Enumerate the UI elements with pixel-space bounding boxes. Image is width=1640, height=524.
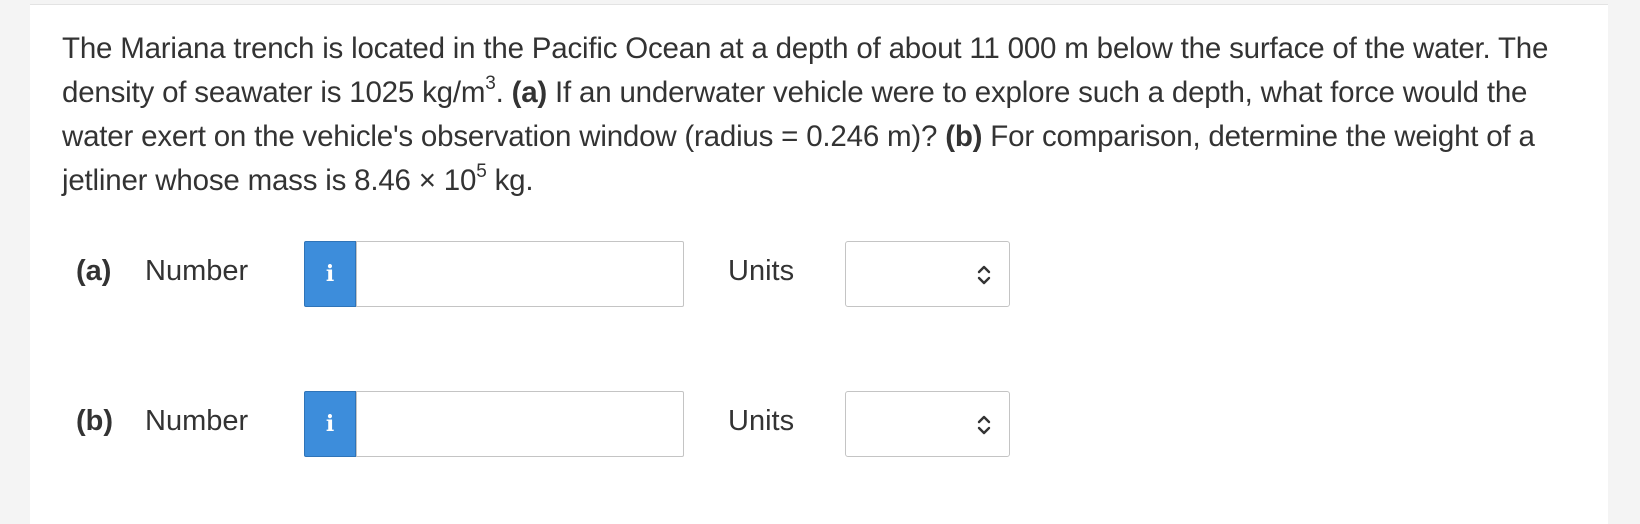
superscript-3: 3 [485, 73, 496, 94]
chevron-up-down-icon [977, 415, 991, 435]
answer-row-b: (b) Number i Units [30, 391, 1608, 457]
question-card: The Mariana trench is located in the Pac… [30, 4, 1608, 524]
question-text-part-5: kg. [486, 164, 534, 197]
question-text-part-2: . [495, 76, 512, 109]
number-input-a[interactable] [356, 241, 684, 307]
chevron-up-down-icon [977, 265, 991, 285]
units-label-b: Units [728, 405, 795, 437]
units-select-b[interactable] [845, 391, 1010, 457]
info-icon[interactable]: i [304, 391, 356, 457]
question-text: The Mariana trench is located in the Pac… [62, 27, 1572, 203]
superscript-5: 5 [476, 161, 487, 182]
units-select-a[interactable] [845, 241, 1010, 307]
part-b-label: (b) [76, 405, 114, 437]
info-glyph: i [325, 411, 335, 437]
number-input-b[interactable] [356, 391, 684, 457]
part-b-tag: (b) [945, 120, 983, 153]
part-a-label: (a) [76, 255, 112, 287]
number-label-b: Number [145, 405, 249, 437]
units-label-a: Units [728, 255, 795, 287]
info-glyph: i [325, 261, 335, 287]
part-a-tag: (a) [511, 76, 548, 109]
number-label-a: Number [145, 255, 249, 287]
answer-row-a: (a) Number i Units [30, 241, 1608, 307]
info-icon[interactable]: i [304, 241, 356, 307]
